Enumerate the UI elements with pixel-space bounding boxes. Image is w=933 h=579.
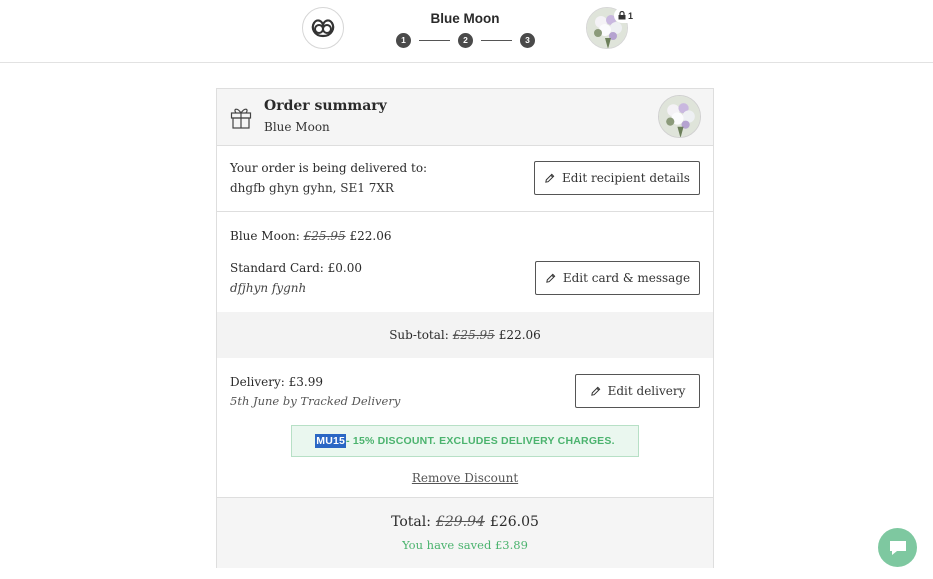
summary-product-name: Blue Moon — [264, 120, 330, 134]
edit-recipient-button[interactable]: Edit recipient details — [534, 161, 700, 195]
pencil-icon — [545, 173, 555, 183]
subtotal-old-price: £25.95 — [452, 328, 495, 342]
chat-button[interactable] — [878, 528, 917, 567]
delivery-section: Delivery: £3.99 5th June by Tracked Deli… — [217, 358, 713, 498]
pencil-icon — [590, 386, 600, 396]
basket-count: 1 — [628, 10, 634, 21]
product-price-line: Blue Moon: £25.95 £22.06 — [230, 229, 391, 243]
edit-card-label: Edit card & message — [562, 271, 691, 285]
total-label: Total: — [391, 514, 431, 530]
step-1[interactable]: 1 — [396, 32, 411, 48]
card-message: dfjhyn fygnh — [230, 281, 307, 295]
product-label: Blue Moon: — [230, 229, 300, 243]
edit-delivery-button[interactable]: Edit delivery — [575, 374, 700, 408]
items-section: Blue Moon: £25.95 £22.06 Standard Card: … — [217, 212, 713, 312]
basket-badge[interactable]: 1 — [614, 8, 638, 23]
edit-card-button[interactable]: Edit card & message — [535, 261, 700, 295]
delivery-line: Delivery: £3.99 — [230, 375, 324, 389]
step-divider — [481, 39, 512, 41]
pencil-icon — [546, 273, 556, 283]
savings-text: You have saved £3.89 — [402, 538, 528, 552]
chat-icon — [889, 540, 906, 555]
subtotal-section: Sub-total: £25.95 £22.06 — [217, 312, 713, 358]
subtotal-price: £22.06 — [498, 328, 541, 342]
step-2[interactable]: 2 — [458, 32, 473, 48]
delivery-detail: 5th June by Tracked Delivery — [230, 394, 401, 408]
edit-delivery-label: Edit delivery — [607, 384, 686, 398]
remove-discount-link[interactable]: Remove Discount — [217, 471, 713, 485]
card-line: Standard Card: £0.00 — [230, 261, 362, 275]
product-thumbnail — [658, 95, 701, 138]
step-divider — [419, 39, 450, 41]
summary-title: Order summary — [264, 98, 387, 114]
total-section: Total: £29.94 £26.05 You have saved £3.8… — [217, 498, 713, 568]
edit-recipient-label: Edit recipient details — [562, 171, 690, 185]
total-old-price: £29.94 — [435, 514, 485, 530]
recipient-address: dhgfb ghyn gyhn, SE1 7XR — [230, 181, 394, 195]
discount-banner: MU15 - 15% DISCOUNT. EXCLUDES DELIVERY C… — [291, 425, 639, 457]
summary-header: Order summary Blue Moon — [217, 89, 713, 146]
total-price: £26.05 — [489, 514, 539, 530]
product-price: £22.06 — [349, 229, 392, 243]
discount-code[interactable]: MU15 — [315, 434, 347, 448]
subtotal-label: Sub-total: — [389, 328, 449, 342]
checkout-steps: 1 2 3 — [396, 32, 535, 48]
page-title: Blue Moon — [430, 11, 500, 26]
recipient-section: Your order is being delivered to: dhgfb … — [217, 146, 713, 212]
total-line: Total: £29.94 £26.05 — [217, 514, 713, 530]
gift-icon — [230, 108, 252, 129]
recipient-label: Your order is being delivered to: — [230, 161, 428, 175]
discount-text: - 15% DISCOUNT. EXCLUDES DELIVERY CHARGE… — [346, 435, 615, 447]
product-old-price: £25.95 — [303, 229, 346, 243]
bouquet-image — [659, 96, 700, 137]
step-3[interactable]: 3 — [520, 32, 535, 48]
lock-icon — [618, 11, 626, 20]
order-summary-panel: Order summary Blue Moon Your order is be… — [216, 88, 714, 568]
top-header: Blue Moon 1 2 3 1 — [0, 0, 933, 63]
